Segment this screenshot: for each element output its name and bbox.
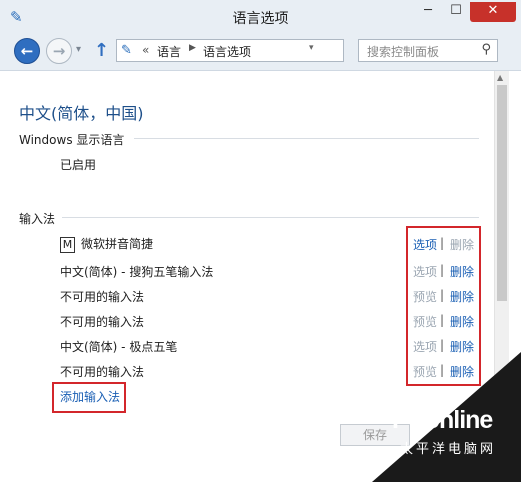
input-method-name: 不可用的输入法 [60,290,145,304]
input-method-row: 中文(简体) - 搜狗五笔输入法 [60,263,213,280]
input-method-name: 中文(简体) - 搜狗五笔输入法 [60,265,214,279]
scroll-up-icon[interactable]: ▲ [497,73,503,82]
input-method-row: 不可用的输入法 [60,363,144,380]
section-divider [62,217,479,218]
input-method-name: 不可用的输入法 [60,315,145,329]
forward-button[interactable]: → [46,38,72,64]
control-panel-icon: ✎ [121,43,132,58]
input-method-row: 不可用的输入法 [60,313,144,330]
input-method-name: 中文(简体) - 极点五笔 [60,340,178,354]
input-method-row: 不可用的输入法 [60,288,144,305]
watermark-tagline: 太平洋电脑网 [400,442,497,457]
input-methods-heading: 输入法 [19,212,56,226]
close-button[interactable]: ✕ [470,2,516,22]
display-language-status: 已启用 [60,158,97,172]
breadcrumb-overflow-chevron[interactable]: « [142,43,149,57]
input-method-name: 不可用的输入法 [60,365,145,379]
input-method-row: 中文(简体) - 极点五笔 [60,338,177,355]
minimize-button[interactable]: ─ [414,2,442,22]
scroll-thumb[interactable] [497,85,507,301]
search-icon[interactable]: ⚲ [481,42,491,57]
display-language-heading: Windows 显示语言 [19,133,125,147]
address-dropdown-icon[interactable]: ▾ [309,43,314,53]
input-method-row: M 微软拼音简捷 [60,235,153,253]
add-link-highlight-box [52,382,126,413]
language-options-window: ✎ 语言选项 ─ ☐ ✕ ← → ▾ ↑ ✎ « 语言 ▶ 语言选项 ▾ ↻ 搜… [0,0,521,482]
breadcrumb-separator-icon[interactable]: ▶ [189,43,196,53]
breadcrumb-language-options[interactable]: 语言选项 [203,43,251,60]
recent-pages-dropdown[interactable]: ▾ [76,44,81,55]
title-bar: ✎ 语言选项 ─ ☐ ✕ [0,0,521,34]
page-title: 中文(简体，中国) [19,104,144,123]
microsoft-pinyin-icon: M [60,236,75,253]
address-bar[interactable]: ✎ « 语言 ▶ 语言选项 ▾ ↻ [116,39,457,62]
up-button[interactable]: ↑ [94,40,109,61]
back-button[interactable]: ← [14,38,40,64]
watermark-logo: PConline [392,406,493,434]
search-placeholder: 搜索控制面板 [367,45,440,59]
navigation-bar: ← → ▾ ↑ ✎ « 语言 ▶ 语言选项 ▾ ↻ 搜索控制面板 ⚲ [0,34,521,71]
input-method-name: 微软拼音简捷 [81,237,154,251]
breadcrumb-language[interactable]: 语言 [157,43,181,60]
maximize-button[interactable]: ☐ [442,2,470,22]
section-divider [134,138,479,139]
search-input[interactable]: 搜索控制面板 ⚲ [358,39,498,62]
